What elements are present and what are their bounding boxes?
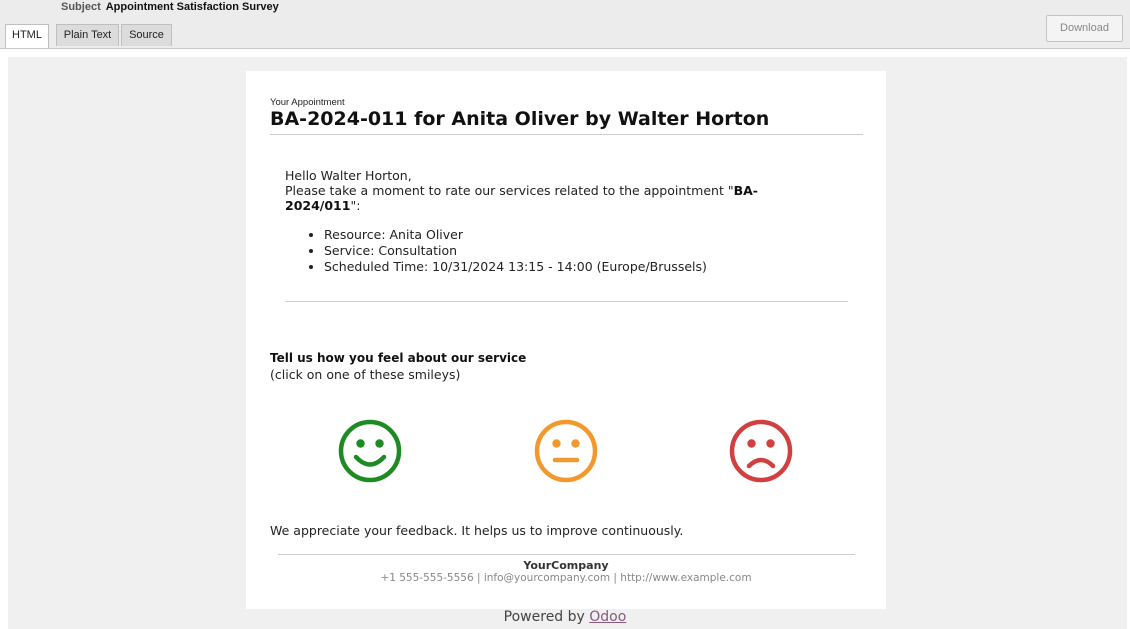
email-card: Your Appointment BA-2024-011 for Anita O…	[246, 71, 886, 609]
powered-by-label: Powered by	[503, 609, 590, 625]
tab-plain-text[interactable]: Plain Text	[56, 24, 119, 46]
detail-scheduled-time: Scheduled Time: 10/31/2024 13:15 - 14:00…	[324, 259, 707, 275]
smiley-happy-icon[interactable]	[338, 419, 402, 483]
odoo-link[interactable]: Odoo	[589, 609, 626, 625]
detail-resource: Resource: Anita Oliver	[324, 227, 707, 243]
download-button[interactable]: Download	[1046, 15, 1123, 42]
tab-source[interactable]: Source	[121, 24, 172, 46]
mail-preview-toolbar: Subject Appointment Satisfaction Survey H…	[0, 0, 1130, 49]
subject-value: Appointment Satisfaction Survey	[105, 1, 279, 13]
request-line: Please take a moment to rate our service…	[285, 183, 805, 213]
email-eyebrow: Your Appointment	[270, 97, 345, 108]
powered-by: Powered by Odoo	[0, 609, 1130, 625]
divider	[278, 554, 855, 555]
email-preview-area: Your Appointment BA-2024-011 for Anita O…	[8, 57, 1127, 629]
company-contact: +1 555-555-5556 | info@yourcompany.com |…	[380, 572, 752, 584]
tab-html[interactable]: HTML	[5, 24, 49, 48]
thanks-message: We appreciate your feedback. It helps us…	[270, 523, 684, 538]
rating-subtitle: (click on one of these smileys)	[270, 367, 461, 382]
divider	[285, 301, 848, 302]
smiley-neutral-icon[interactable]	[534, 419, 598, 483]
detail-service: Service: Consultation	[324, 243, 707, 259]
company-name: YourCompany	[523, 559, 609, 572]
subject-label: Subject	[61, 1, 101, 13]
request-prefix: Please take a moment to rate our service…	[285, 183, 734, 198]
request-suffix: ":	[350, 198, 361, 213]
rating-title: Tell us how you feel about our service	[270, 351, 527, 365]
appointment-details: Resource: Anita Oliver Service: Consulta…	[285, 227, 707, 275]
email-greeting-block: Hello Walter Horton, Please take a momen…	[285, 168, 805, 213]
email-title: BA-2024-011 for Anita Oliver by Walter H…	[270, 108, 770, 130]
divider	[270, 134, 863, 135]
greeting-line: Hello Walter Horton,	[285, 168, 412, 183]
subject-row: Subject Appointment Satisfaction Survey	[61, 1, 279, 15]
smiley-sad-icon[interactable]	[729, 419, 793, 483]
